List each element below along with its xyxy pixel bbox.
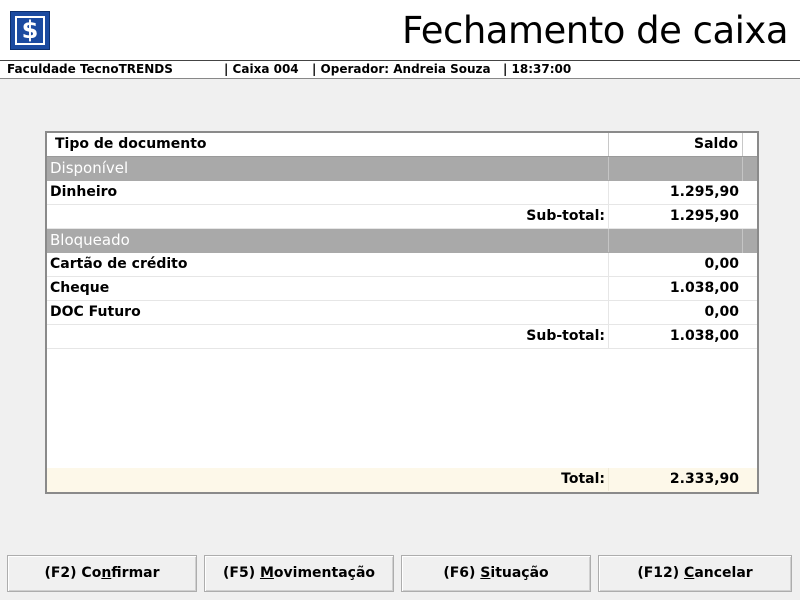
total-row: Total: 2.333,90 — [47, 468, 757, 492]
row-value: 0,00 — [608, 253, 742, 276]
status-institution: Faculdade TecnoTRENDS — [7, 62, 173, 76]
cash-register-logo-icon: $ — [10, 11, 50, 50]
row-label: Cartão de crédito — [50, 256, 188, 272]
total-value: 2.333,90 — [608, 468, 742, 491]
subtotal-value: 1.295,90 — [608, 205, 742, 228]
status-register: | Caixa 004 — [224, 62, 299, 76]
situation-button[interactable]: (F6) Situação — [401, 555, 591, 592]
status-operator: | Operador: Andreia Souza — [312, 62, 491, 76]
column-header-spacer — [742, 133, 757, 156]
page-title: Fechamento de caixa — [401, 9, 789, 52]
confirm-button[interactable]: (F2) Confirmar — [7, 555, 197, 592]
row-value: 0,00 — [608, 301, 742, 324]
subtotal-row[interactable]: Sub-total: 1.295,90 — [47, 205, 757, 229]
cancel-button[interactable]: (F12) Cancelar — [598, 555, 792, 592]
status-time: | 18:37:00 — [503, 62, 572, 76]
table-row[interactable]: Dinheiro 1.295,90 — [47, 181, 757, 205]
row-label: Dinheiro — [50, 184, 118, 200]
subtotal-label: Sub-total: — [526, 208, 605, 224]
table-row[interactable]: Cheque 1.038,00 — [47, 277, 757, 301]
subtotal-row[interactable]: Sub-total: 1.038,00 — [47, 325, 757, 349]
row-label: Cheque — [50, 280, 110, 296]
column-header-document-type[interactable]: Tipo de documento — [55, 133, 207, 155]
status-bar: Faculdade TecnoTRENDS | Caixa 004 | Oper… — [0, 60, 800, 79]
grid-header: Tipo de documento Saldo — [47, 133, 757, 157]
group-label: Disponível — [50, 159, 129, 177]
row-value: 1.038,00 — [608, 277, 742, 300]
balance-grid[interactable]: Tipo de documento Saldo Disponível Dinhe… — [45, 131, 759, 494]
subtotal-label: Sub-total: — [526, 328, 605, 344]
movement-button[interactable]: (F5) Movimentação — [204, 555, 394, 592]
group-label: Bloqueado — [50, 231, 130, 249]
dollar-sign-icon: $ — [21, 16, 39, 44]
row-value: 1.295,90 — [608, 181, 742, 204]
table-row[interactable]: Cartão de crédito 0,00 — [47, 253, 757, 277]
table-row[interactable]: DOC Futuro 0,00 — [47, 301, 757, 325]
column-header-balance[interactable]: Saldo — [608, 133, 742, 156]
group-row-available[interactable]: Disponível — [47, 157, 757, 181]
row-label: DOC Futuro — [50, 304, 141, 320]
total-label: Total: — [561, 471, 605, 487]
subtotal-value: 1.038,00 — [608, 325, 742, 348]
header-bar: $ Fechamento de caixa — [0, 0, 800, 60]
group-row-blocked[interactable]: Bloqueado — [47, 229, 757, 253]
